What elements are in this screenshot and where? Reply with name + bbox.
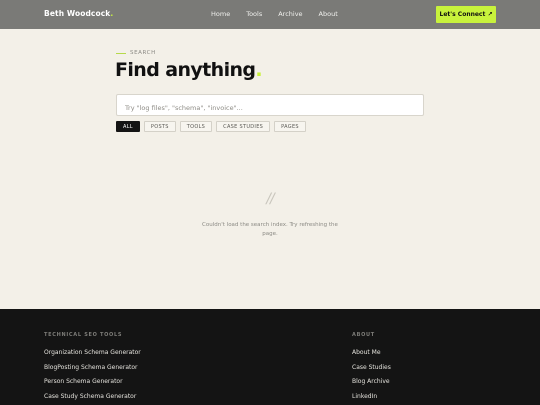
main-nav: Home Tools Archive About [211,10,338,18]
footer-link-linkedin[interactable]: LinkedIn [352,393,391,400]
nav-tools[interactable]: Tools [246,10,262,18]
title-dot: . [255,59,263,81]
footer-link-blogposting-schema[interactable]: BlogPosting Schema Generator [44,364,141,371]
filter-pages[interactable]: PAGES [274,121,306,132]
footer-link-case-studies[interactable]: Case Studies [352,364,391,371]
site-footer: TECHNICAL SEO TOOLS Organization Schema … [0,309,540,405]
lets-connect-button[interactable]: Let's Connect ↗ [436,6,496,23]
footer-link-case-study-schema[interactable]: Case Study Schema Generator [44,393,141,400]
site-header: Beth Woodcock. Home Tools Archive About … [0,0,540,29]
filter-all[interactable]: ALL [116,121,140,132]
footer-tools-column: TECHNICAL SEO TOOLS Organization Schema … [44,332,141,405]
footer-about-heading: ABOUT [352,332,375,338]
footer-link-person-schema[interactable]: Person Schema Generator [44,378,141,385]
filter-case-studies[interactable]: CASE STUDIES [216,121,271,132]
page-title-text: Find anything [115,59,256,81]
page-title: Find anything. [115,59,263,81]
search-box [116,94,424,118]
site-logo[interactable]: Beth Woodcock. [44,9,113,18]
nav-home[interactable]: Home [211,10,230,18]
search-input[interactable] [117,98,423,118]
eyebrow-line [116,52,126,54]
footer-about-column: ABOUT About Me Case Studies Blog Archive… [352,332,391,405]
eyebrow-label: SEARCH [130,50,156,56]
logo-dot: . [110,9,114,18]
filter-tools[interactable]: TOOLS [179,121,213,132]
footer-link-about-me[interactable]: About Me [352,349,391,356]
footer-tools-heading: TECHNICAL SEO TOOLS [44,332,123,338]
nav-about[interactable]: About [319,10,338,18]
footer-link-organization-schema[interactable]: Organization Schema Generator [44,349,141,356]
search-eyebrow: SEARCH [116,50,156,56]
filter-chips: ALL POSTS TOOLS CASE STUDIES PAGES [116,121,306,132]
logo-text: Beth Woodcock [44,9,111,18]
filter-posts[interactable]: POSTS [143,121,176,132]
error-slash-icon: // [266,191,274,207]
nav-archive[interactable]: Archive [278,10,302,18]
footer-link-blog-archive[interactable]: Blog Archive [352,378,391,385]
error-message: Couldn't load the search index. Try refr… [202,222,338,237]
